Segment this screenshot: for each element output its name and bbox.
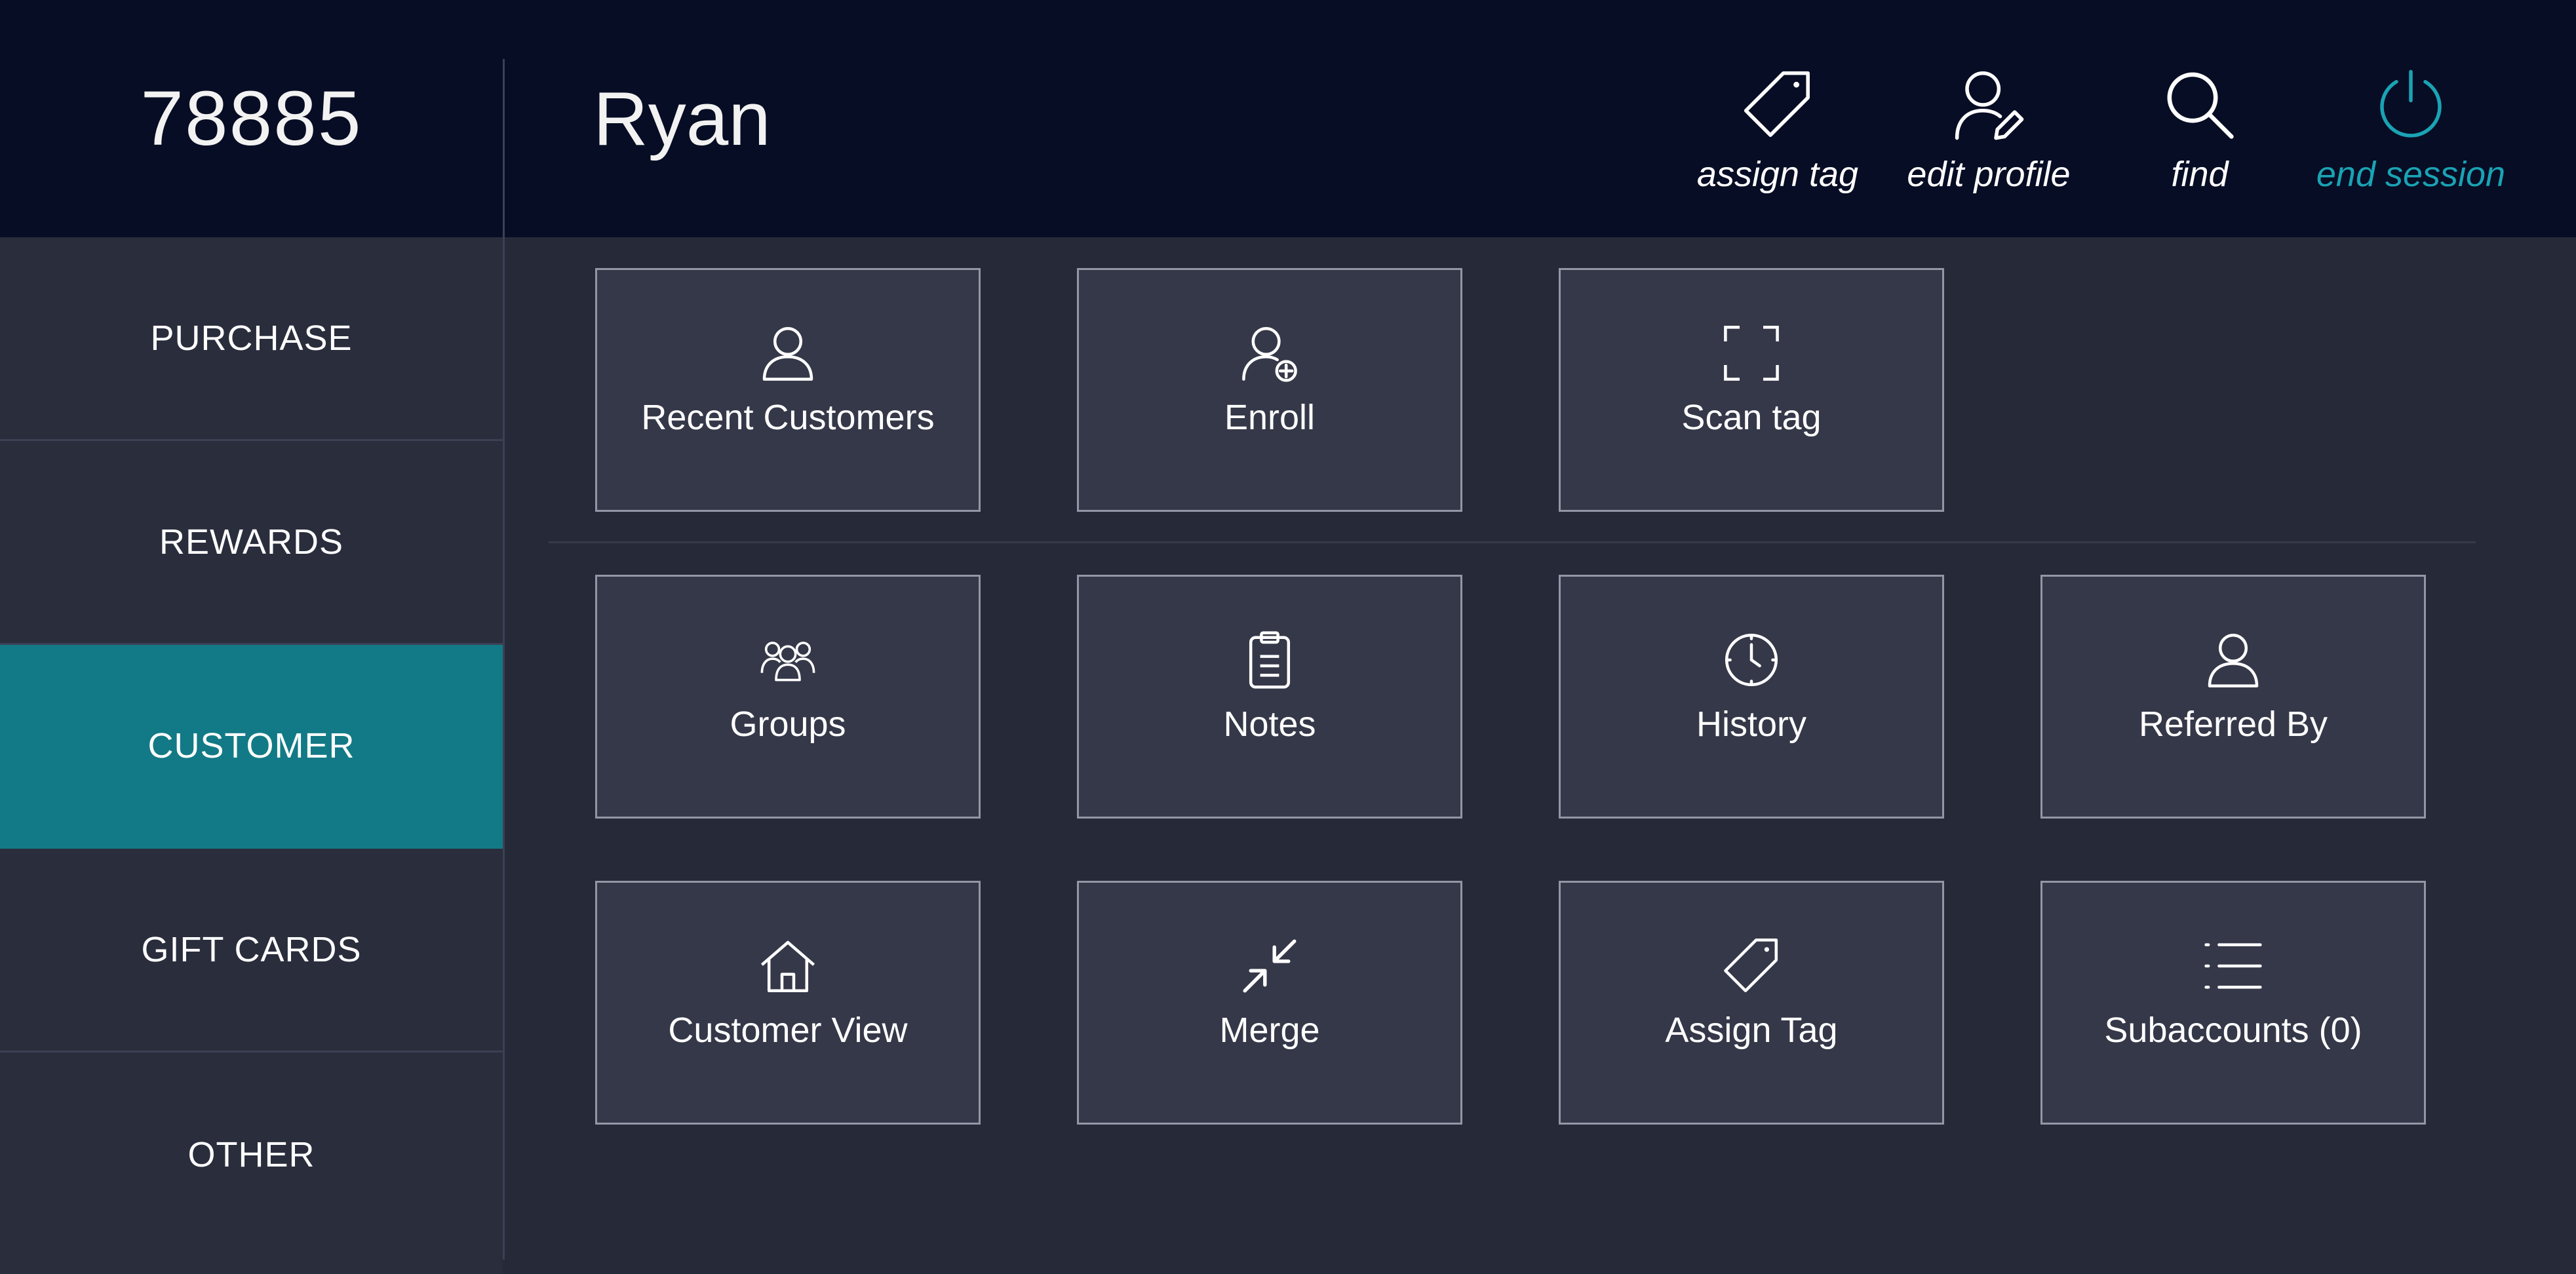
clock-icon <box>1725 633 1778 687</box>
sidebar-item-label: CUSTOMER <box>147 726 355 765</box>
tag-icon <box>1724 938 1778 993</box>
sidebar-item-rewards[interactable]: REWARDS <box>0 441 503 645</box>
user-icon <box>2208 633 2259 687</box>
tile-label: Customer View <box>668 1011 908 1050</box>
home-icon <box>760 940 815 993</box>
header-bar: 78885 Ryan assign tag edit profile find <box>0 0 2576 237</box>
tile-label: Subaccounts (0) <box>2104 1011 2362 1050</box>
sidebar-item-label: OTHER <box>187 1134 315 1174</box>
sidebar-item-gift-cards[interactable]: GIFT CARDS <box>0 849 503 1052</box>
header-divider <box>503 59 505 237</box>
scan-icon <box>1724 326 1779 381</box>
sidebar-item-other[interactable]: OTHER <box>0 1052 503 1256</box>
tile-label: Groups <box>730 705 846 744</box>
sidebar-item-label: GIFT CARDS <box>141 930 362 969</box>
referred-by-button[interactable]: Referred By <box>2040 575 2426 819</box>
group-icon <box>760 642 815 682</box>
user-icon <box>762 326 813 381</box>
recent-customers-button[interactable]: Recent Customers <box>595 268 981 512</box>
account-id: 78885 <box>140 75 362 162</box>
tile-label: Notes <box>1223 705 1316 744</box>
assign-tag-button[interactable]: Assign Tag <box>1559 881 1944 1125</box>
end-session-action[interactable]: end session <box>2306 69 2516 213</box>
tile-label: Scan tag <box>1681 398 1822 437</box>
tag-icon <box>1744 71 1810 137</box>
merge-arrows-icon <box>1243 939 1297 993</box>
assign-tag-label: assign tag <box>1696 155 1859 194</box>
section-divider <box>549 541 2476 543</box>
list-icon <box>2204 943 2262 989</box>
merge-button[interactable]: Merge <box>1077 881 1462 1125</box>
tile-label: Referred By <box>2138 705 2328 744</box>
assign-tag-action[interactable]: assign tag <box>1673 69 1883 213</box>
tile-label: Merge <box>1219 1011 1320 1050</box>
user-edit-icon <box>1955 71 2024 140</box>
subaccounts-button[interactable]: Subaccounts (0) <box>2040 881 2426 1125</box>
customer-view-button[interactable]: Customer View <box>595 881 981 1125</box>
tile-label: Enroll <box>1224 398 1316 437</box>
groups-button[interactable]: Groups <box>595 575 981 819</box>
end-session-label: end session <box>2316 155 2506 194</box>
sidebar: PURCHASE REWARDS CUSTOMER GIFT CARDS OTH… <box>0 237 503 1274</box>
clipboard-icon <box>1249 631 1291 689</box>
edit-profile-action[interactable]: edit profile <box>1884 69 2094 213</box>
main-panel: Recent Customers Enroll Scan tag Groups … <box>505 237 2576 1274</box>
sidebar-item-purchase[interactable]: PURCHASE <box>0 237 503 441</box>
edit-profile-label: edit profile <box>1907 155 2071 194</box>
scan-tag-button[interactable]: Scan tag <box>1559 268 1944 512</box>
tile-label: Recent Customers <box>641 398 935 437</box>
find-label: find <box>2171 155 2229 194</box>
tile-label: Assign Tag <box>1665 1011 1838 1050</box>
customer-name: Ryan <box>593 76 771 161</box>
sidebar-item-label: REWARDS <box>159 522 343 562</box>
tile-label: History <box>1696 705 1806 744</box>
history-button[interactable]: History <box>1559 575 1944 819</box>
find-action[interactable]: find <box>2095 69 2305 213</box>
search-icon <box>2167 72 2234 139</box>
enroll-button[interactable]: Enroll <box>1077 268 1462 512</box>
app-window: 78885 Ryan assign tag edit profile find <box>0 0 2576 1274</box>
user-add-icon <box>1242 326 1297 382</box>
sidebar-item-label: PURCHASE <box>150 318 353 358</box>
sidebar-item-customer[interactable]: CUSTOMER <box>0 645 503 849</box>
power-icon <box>2380 69 2442 138</box>
notes-button[interactable]: Notes <box>1077 575 1462 819</box>
